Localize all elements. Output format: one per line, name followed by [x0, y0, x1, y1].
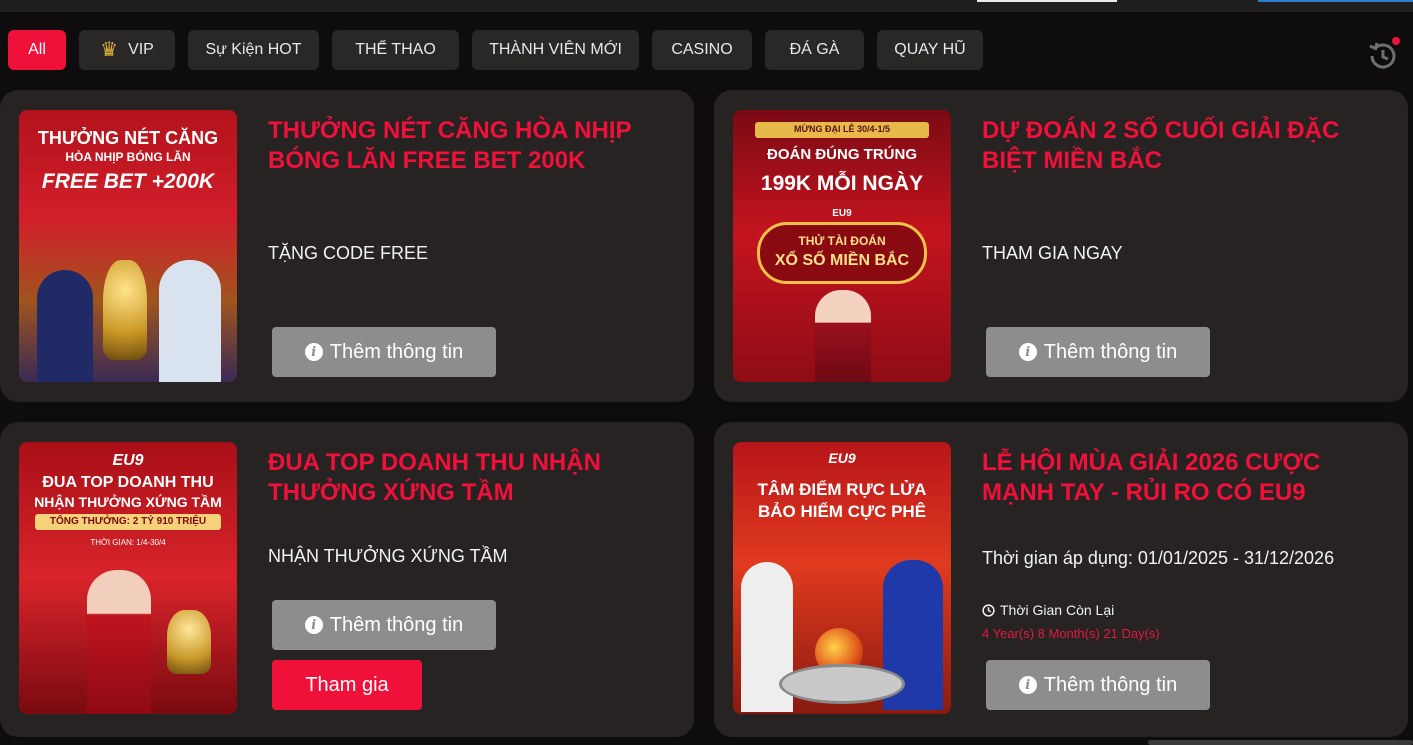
banner-text: TỔNG THƯỞNG: 2 TỶ 910 TRIỆU [49, 516, 207, 527]
banner-text: MỪNG ĐẠI LỄ 30/4-1/5 [794, 124, 890, 134]
stadium-graphic [779, 664, 905, 704]
scrollbar-thumb[interactable] [1148, 740, 1413, 745]
banner-text: ĐOÁN ĐÚNG TRÚNG [767, 146, 917, 163]
banner-text: THỜI GIAN: 1/4-30/4 [90, 538, 166, 547]
info-icon: i [304, 343, 323, 361]
tab-label: CASINO [671, 41, 733, 58]
tab-vip[interactable]: ♛ VIP [79, 30, 175, 70]
promo-date-range: Thời gian áp dụng: 01/01/2025 - 31/12/20… [982, 548, 1335, 568]
promo-card: EU9 TÂM ĐIỂM RỰC LỬA BẢO HIỂM CỰC PHÊ LỄ… [714, 422, 1408, 737]
time-remaining-text: Thời Gian Còn Lại [1000, 602, 1115, 618]
promo-subtitle: TẶNG CODE FREE [268, 243, 429, 263]
promo-title: ĐUA TOP DOANH THU NHẬN THƯỞNG XỨNG TẦM [268, 449, 601, 506]
tab-casino[interactable]: CASINO [652, 30, 752, 70]
tab-da-ga[interactable]: ĐÁ GÀ [765, 30, 864, 70]
presenter-graphic [87, 570, 151, 714]
promo-title: LỄ HỘI MÙA GIẢI 2026 CƯỢC MẠNH TAY - RỦI… [982, 449, 1321, 506]
brand-logo: EU9 [832, 208, 852, 219]
button-label: Thêm thông tin [1043, 340, 1178, 363]
banner-text: FREE BET +200K [41, 170, 215, 193]
tab-quay-hu[interactable]: QUAY HŨ [877, 30, 983, 70]
top-strip [0, 0, 1413, 12]
banner-text: NHẬN THƯỞNG XỨNG TẦM [34, 494, 222, 510]
tab-thanh-vien-moi[interactable]: THÀNH VIÊN MỚI [472, 30, 639, 70]
tab-label: VIP [128, 41, 154, 58]
promo-subtitle: THAM GIA NGAY [982, 243, 1123, 263]
button-label: Thêm thông tin [1043, 673, 1178, 696]
notification-dot [1392, 37, 1400, 45]
tab-label: Sự Kiện HOT [205, 41, 302, 58]
tab-the-thao[interactable]: THỂ THAO [332, 30, 459, 70]
tab-label: ĐÁ GÀ [789, 41, 840, 58]
tab-su-kien-hot[interactable]: Sự Kiện HOT [188, 30, 319, 70]
player-graphic [159, 260, 221, 382]
more-info-button[interactable]: i Thêm thông tin [986, 327, 1210, 377]
player-graphic [37, 270, 93, 382]
more-info-button[interactable]: i Thêm thông tin [986, 660, 1210, 710]
trophy-graphic [167, 610, 211, 674]
button-label: Thêm thông tin [329, 340, 464, 363]
tab-label: All [28, 41, 46, 58]
tab-label: THÀNH VIÊN MỚI [489, 41, 622, 58]
banner-text: XỔ SỐ MIỀN BẮC [774, 252, 910, 269]
more-info-button[interactable]: i Thêm thông tin [272, 327, 496, 377]
promo-card: MỪNG ĐẠI LỄ 30/4-1/5 ĐOÁN ĐÚNG TRÚNG 199… [714, 90, 1408, 402]
tab-label: THỂ THAO [355, 41, 436, 58]
clock-icon [982, 603, 995, 617]
banner-text: HÒA NHỊP BÓNG LĂN [65, 150, 191, 164]
presenter-graphic [815, 290, 871, 382]
promo-card: EU9 ĐUA TOP DOANH THU NHẬN THƯỞNG XỨNG T… [0, 422, 694, 737]
brand-logo: EU9 [112, 452, 144, 469]
banner-text: THƯỞNG NÉT CĂNG [37, 128, 219, 148]
banner-text: BẢO HIỂM CỰC PHÊ [757, 502, 927, 521]
info-icon: i [1018, 343, 1037, 361]
promo-banner[interactable]: EU9 TÂM ĐIỂM RỰC LỬA BẢO HIỂM CỰC PHÊ [733, 442, 951, 714]
info-icon: i [1018, 676, 1037, 694]
banner-text: ĐUA TOP DOANH THU [42, 474, 214, 491]
trophy-graphic [103, 260, 147, 360]
banner-text: TÂM ĐIỂM RỰC LỬA [757, 480, 927, 499]
history-button[interactable] [1366, 37, 1402, 71]
promo-banner[interactable]: EU9 ĐUA TOP DOANH THU NHẬN THƯỞNG XỨNG T… [19, 442, 237, 714]
time-remaining-value: 4 Year(s) 8 Month(s) 21 Day(s) [982, 626, 1160, 641]
time-remaining-label: Thời Gian Còn Lại [982, 602, 1114, 618]
info-icon: i [304, 616, 323, 634]
banner-text: 199K MỖI NGÀY [760, 172, 924, 195]
top-strip-button-edge [1258, 0, 1413, 2]
brand-logo: EU9 [828, 450, 856, 466]
button-label: Thêm thông tin [329, 613, 464, 636]
history-icon [1369, 42, 1396, 69]
more-info-button[interactable]: i Thêm thông tin [272, 600, 496, 650]
banner-text: THỬ TÀI ĐOÁN [798, 234, 886, 248]
join-button[interactable]: Tham gia [272, 660, 422, 710]
category-tabs: All ♛ VIP Sự Kiện HOT THỂ THAO THÀNH VIÊ… [8, 30, 983, 70]
crown-icon: ♛ [100, 39, 119, 61]
promo-card: THƯỞNG NÉT CĂNG HÒA NHỊP BÓNG LĂN FREE B… [0, 90, 694, 402]
promo-banner[interactable]: MỪNG ĐẠI LỄ 30/4-1/5 ĐOÁN ĐÚNG TRÚNG 199… [733, 110, 951, 382]
promo-subtitle: NHẬN THƯỞNG XỨNG TẦM [268, 546, 508, 566]
tab-all[interactable]: All [8, 30, 66, 70]
top-strip-input-edge [977, 0, 1117, 2]
promo-banner[interactable]: THƯỞNG NÉT CĂNG HÒA NHỊP BÓNG LĂN FREE B… [19, 110, 237, 382]
tab-label: QUAY HŨ [894, 41, 966, 58]
promo-title: THƯỞNG NÉT CĂNG HÒA NHỊP BÓNG LĂN FREE B… [268, 117, 632, 174]
promo-title: DỰ ĐOÁN 2 SỐ CUỐI GIẢI ĐẶC BIỆT MIỀN BẮC [982, 117, 1340, 174]
